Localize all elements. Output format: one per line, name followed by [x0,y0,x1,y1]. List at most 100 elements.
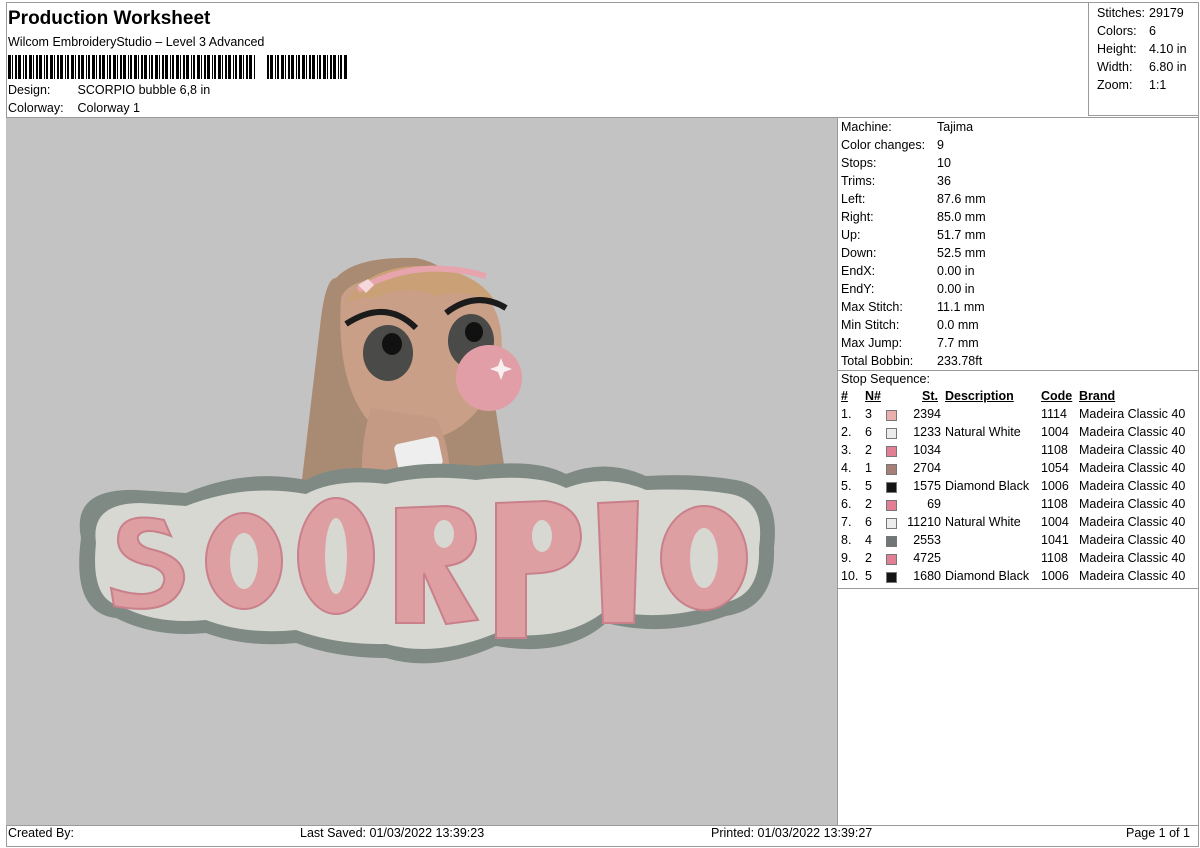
machine-info-value: 9 [937,138,944,152]
machine-info-row: Total Bobbin: 233.78ft [841,354,982,368]
cell-num: 8. [841,533,852,547]
cell-code: 1006 [1041,569,1069,583]
cell-brand: Madeira Classic 40 [1079,479,1186,493]
cell-n: 1 [865,461,872,475]
machine-info-label: EndY: [841,282,875,296]
cell-brand: Madeira Classic 40 [1079,407,1186,421]
barcode-bar [204,55,206,79]
barcode-bar [296,55,297,79]
cell-desc: Diamond Black [945,569,1030,583]
stat-value: 4.10 in [1149,42,1187,56]
barcode-bar [86,55,87,79]
barcode-bar [81,55,84,79]
stat-width: Width: 6.80 in [1097,60,1187,74]
top-border [6,2,1198,3]
barcode-bar [246,55,248,79]
barcode-bar [144,55,147,79]
stat-height: Height: 4.10 in [1097,42,1187,56]
barcode-bar [65,55,66,79]
barcode-bar [12,55,13,79]
machine-info-label: Trims: [841,174,876,188]
barcode-icon [8,55,347,79]
barcode-bar [235,55,237,79]
cell-n: 3 [865,407,872,421]
cell-code: 1108 [1041,497,1068,511]
barcode-bar [254,55,255,79]
barcode-bar [298,55,300,79]
color-swatch [886,500,897,511]
production-worksheet: Production Worksheet Wilcom EmbroiderySt… [0,0,1200,848]
cell-num: 9. [841,551,852,565]
barcode-bar [186,55,189,79]
cell-st: 1575 [913,479,941,493]
barcode-bar [71,55,74,79]
barcode-bar [183,55,185,79]
barcode-bar [107,55,108,79]
cell-num: 3. [841,443,852,457]
barcode-bar [243,55,244,79]
barcode-bar [170,55,171,79]
cell-code: 1041 [1041,533,1069,547]
barcode-bar [306,55,307,79]
barcode-bar [33,55,34,79]
barcode-bar [338,55,339,79]
barcode-bar [128,55,129,79]
barcode-bar [134,55,137,79]
machine-info-label: Machine: [841,120,892,134]
cell-brand: Madeira Classic 40 [1079,569,1186,583]
barcode-bar [8,55,11,79]
barcode-bar [78,55,80,79]
machine-info-value: Tajima [937,120,974,134]
barcode-bar [36,55,38,79]
stop-divider-bottom [838,588,1198,589]
barcode-bar [302,55,305,79]
barcode-bar [60,55,63,79]
color-swatch [886,446,897,457]
cell-st: 1680 [913,569,941,583]
barcode-bar [323,55,326,79]
machine-info-row: Max Stitch: 11.1 mm [841,300,985,314]
stop-sequence-title: Stop Sequence: [841,372,930,386]
colorway-value: Colorway 1 [77,101,141,115]
barcode-bar [162,55,164,79]
barcode-bar [277,55,279,79]
color-swatch [886,518,897,529]
barcode-bar [285,55,286,79]
barcode-bar [180,55,181,79]
barcode-bar [109,55,111,79]
barcode-bar [233,55,234,79]
table-row: 3. 2 1034 1108 Madeira Classic 40 [838,443,1198,461]
machine-info-value: 0.00 in [937,282,975,296]
barcode-bar [218,55,221,79]
barcode-bar [333,55,336,79]
table-row: 7. 6 11210 Natural White 1004 Madeira Classic… [838,515,1198,533]
cell-st: 11210 [907,515,941,529]
barcode-bar [214,55,216,79]
table-row: 10. 5 1680 Diamond Black 1006 Madeira Classic… [838,569,1198,587]
cell-brand: Madeira Classic 40 [1079,497,1186,511]
barcode-bar [172,55,174,79]
cell-st: 2704 [913,461,941,475]
barcode-bar [201,55,202,79]
stat-label: Width: [1097,60,1133,74]
machine-info-label: Min Stitch: [841,318,900,332]
machine-info-row: Left: 87.6 mm [841,192,986,206]
barcode-bar [151,55,153,79]
software-name: Wilcom EmbroideryStudio – Level 3 Advanc… [8,35,265,49]
col-header-stitches: St. [922,389,938,403]
barcode-bar [288,55,290,79]
stat-value: 6 [1149,24,1156,38]
barcode-bar [197,55,200,79]
col-header-description: Description [945,389,1014,403]
cell-brand: Madeira Classic 40 [1079,533,1186,547]
machine-info-row: EndX: 0.00 in [841,264,975,278]
barcode-bar [96,55,97,79]
embroidery-design-illustration [79,257,775,664]
cell-n: 2 [865,443,872,457]
barcode-bar [239,55,242,79]
cell-num: 1. [841,407,852,421]
machine-info-value: 51.7 mm [937,228,986,242]
cell-n: 2 [865,551,872,565]
last-saved: Last Saved: 01/03/2022 13:39:23 [300,826,485,840]
barcode-bar [67,55,69,79]
